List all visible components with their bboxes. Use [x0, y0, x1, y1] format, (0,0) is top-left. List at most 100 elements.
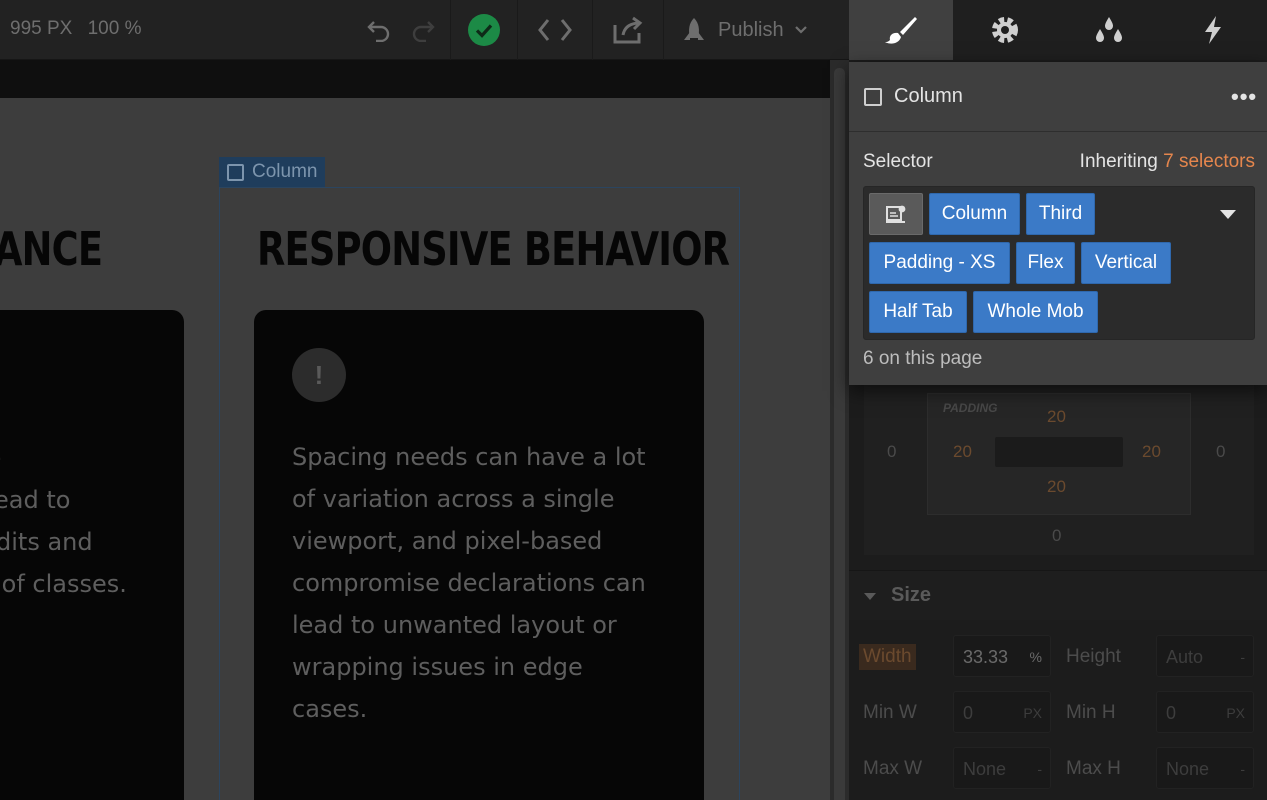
more-options-button[interactable]: •••	[1231, 84, 1257, 110]
selector-chip[interactable]: Whole Mob	[973, 291, 1098, 333]
selector-chip[interactable]: Flex	[1016, 242, 1075, 284]
left-card-line: ead to	[0, 486, 71, 514]
max-width-label[interactable]: Max W	[863, 758, 922, 780]
canvas-scrollbar[interactable]	[830, 60, 849, 800]
min-width-unit[interactable]: PX	[1023, 705, 1042, 721]
scrollbar-thumb[interactable]	[834, 68, 845, 800]
min-height-label[interactable]: Min H	[1066, 702, 1116, 724]
selector-popover: Column ••• Selector Inheriting 7 selecto…	[849, 62, 1267, 385]
max-width-input[interactable]: None -	[953, 747, 1051, 789]
panel-tabs	[849, 0, 1267, 60]
min-width-value: 0	[963, 703, 974, 723]
selector-chip[interactable]: Vertical	[1081, 242, 1171, 284]
content-card[interactable]: ! Spacing needs can have a lot of variat…	[254, 310, 704, 800]
publish-label: Publish	[718, 18, 784, 41]
min-height-unit[interactable]: PX	[1226, 705, 1245, 721]
drops-icon	[1096, 17, 1122, 42]
top-toolbar: 995 PX 100 % Publish	[0, 0, 849, 60]
selector-chip[interactable]: Half Tab	[869, 291, 967, 333]
tab-lightning[interactable]	[1161, 0, 1265, 60]
selector-chip[interactable]: Column	[929, 193, 1020, 235]
max-width-value: None	[963, 759, 1007, 779]
height-input[interactable]: Auto -	[1156, 635, 1254, 677]
left-column-heading: ANCE	[0, 222, 103, 276]
redo-button[interactable]	[406, 0, 440, 60]
selected-element-label: Column	[252, 161, 318, 182]
viewport-width: 995 PX	[10, 18, 73, 39]
lightning-icon	[1205, 16, 1221, 44]
selected-element-tag[interactable]: Column	[219, 157, 326, 187]
card-line: compromise declarations can	[292, 569, 646, 597]
max-width-unit[interactable]: -	[1037, 761, 1042, 777]
selector-chip[interactable]: Third	[1026, 193, 1095, 235]
content-box	[995, 437, 1123, 467]
selector-dropdown-caret-icon[interactable]	[1220, 210, 1236, 219]
rocket-icon	[684, 18, 704, 40]
inheriting-info: Inheriting 7 selectors	[1080, 151, 1255, 173]
margin-bottom-value[interactable]: 0	[1052, 526, 1061, 546]
gear-icon	[992, 17, 1018, 43]
padding-bottom-value[interactable]: 20	[1047, 477, 1066, 497]
padding-label: PADDING	[943, 401, 998, 415]
save-status-button[interactable]	[451, 0, 517, 60]
max-height-unit[interactable]: -	[1240, 761, 1245, 777]
check-circle-icon	[468, 14, 500, 46]
collapse-caret-icon	[864, 593, 876, 600]
selector-field[interactable]: Column Third Padding - XS Flex Vertical …	[863, 186, 1255, 340]
selector-chip[interactable]: Padding - XS	[869, 242, 1010, 284]
tab-settings[interactable]	[953, 0, 1057, 60]
card-line: wrapping issues in edge	[292, 653, 583, 681]
min-height-input[interactable]: 0 PX	[1156, 691, 1254, 733]
redo-icon	[412, 21, 435, 42]
min-height-value: 0	[1166, 703, 1177, 723]
inheriting-selectors-link[interactable]: 7 selectors	[1163, 151, 1255, 172]
card-line: cases.	[292, 695, 368, 723]
card-body: Spacing needs can have a lot of variatio…	[292, 436, 692, 730]
export-button[interactable]	[593, 0, 663, 60]
width-input[interactable]: 33.33 %	[953, 635, 1051, 677]
viewport-info: 995 PX 100 %	[10, 18, 151, 40]
min-width-input[interactable]: 0 PX	[953, 691, 1051, 733]
code-icon	[538, 19, 572, 41]
card-line: viewport, and pixel-based	[292, 527, 603, 555]
element-type-icon	[886, 205, 906, 223]
code-button[interactable]	[518, 0, 592, 60]
usage-count: 6 on this page	[863, 348, 983, 369]
height-unit[interactable]: -	[1240, 649, 1245, 665]
margin-right-value[interactable]: 0	[1216, 442, 1225, 462]
section-heading: RESPONSIVE BEHAVIOR	[257, 222, 730, 276]
width-value: 33.33	[963, 647, 1009, 667]
left-card-text: le	[0, 437, 180, 479]
size-section-title: Size	[891, 584, 932, 606]
padding-left-value[interactable]: 20	[953, 442, 972, 462]
height-label[interactable]: Height	[1066, 646, 1121, 668]
element-checkbox-icon	[227, 163, 244, 181]
export-icon	[613, 16, 643, 44]
left-card-line: le	[0, 437, 180, 479]
tab-interactions[interactable]	[1057, 0, 1161, 60]
popover-header: Column •••	[849, 62, 1267, 132]
undo-icon	[367, 21, 390, 42]
zoom-level: 100 %	[87, 18, 142, 39]
margin-left-value[interactable]: 0	[887, 442, 896, 462]
publish-button[interactable]: Publish	[680, 0, 808, 60]
max-height-input[interactable]: None -	[1156, 747, 1254, 789]
selector-type-button[interactable]	[869, 193, 923, 235]
min-width-label[interactable]: Min W	[863, 702, 917, 724]
width-label[interactable]: Width	[859, 644, 916, 670]
padding-top-value[interactable]: 20	[1047, 407, 1066, 427]
max-height-label[interactable]: Max H	[1066, 758, 1121, 780]
alert-icon: !	[292, 348, 346, 402]
card-line: Spacing needs can have a lot	[292, 443, 646, 471]
element-checkbox-icon	[864, 88, 882, 106]
card-line: lead to unwanted layout or	[292, 611, 617, 639]
height-value: Auto	[1166, 647, 1204, 667]
left-card-line: dits and	[0, 528, 93, 556]
selector-label: Selector	[863, 151, 933, 172]
width-unit[interactable]: %	[1030, 649, 1042, 665]
undo-button[interactable]	[362, 0, 396, 60]
max-height-value: None	[1166, 759, 1210, 779]
chevron-down-icon	[794, 26, 807, 34]
tab-style[interactable]	[849, 0, 953, 60]
padding-right-value[interactable]: 20	[1142, 442, 1161, 462]
